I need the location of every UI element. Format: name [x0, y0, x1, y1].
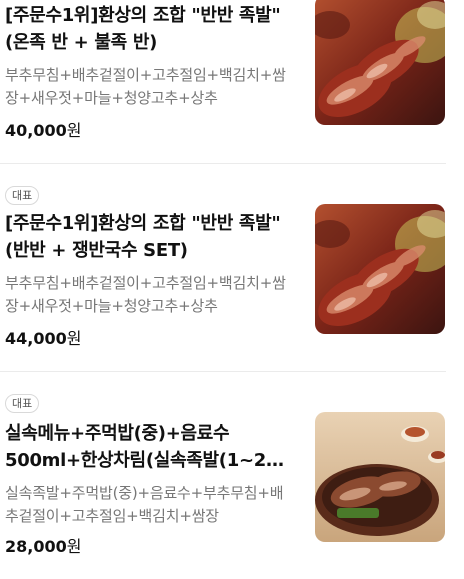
menu-item-title: [주문수1위]환상의 조합 "반반 족발"(반반 + 쟁반국수 SET) [5, 213, 281, 261]
menu-item-text: [주문수1위]환상의 조합 "반반 족발"(반반 + 쟁반국수 SET) 부추무… [5, 210, 295, 318]
menu-item-title: [주문수1위]환상의 조합 "반반 족발"(온족 반 + 불족 반) [5, 5, 281, 53]
menu-item-description: 부추무침+배추겉절이+고추절임+백김치+쌈장+새우젓+마늘+청양고추+상추 [5, 274, 286, 315]
jokbal-plate-photo[interactable] [315, 412, 445, 542]
price-amount: 44,000 [5, 329, 67, 348]
jokbal-platter-photo[interactable] [315, 204, 445, 334]
jokbal-platter-photo[interactable] [315, 0, 445, 125]
menu-item-text: [주문수1위]환상의 조합 "반반 족발"(온족 반 + 불족 반) 부추무침+… [5, 2, 295, 110]
menu-item-price: 28,000원 [5, 537, 81, 557]
menu-list: [주문수1위]환상의 조합 "반반 족발"(온족 반 + 불족 반) 부추무침+… [0, 0, 464, 579]
menu-item[interactable]: 대표 실속메뉴+주먹밥(중)+음료수500ml+한상차림(실속족발(1~2인분)… [0, 372, 464, 579]
price-amount: 28,000 [5, 537, 67, 556]
menu-item-title: 실속메뉴+주먹밥(중)+음료수500ml+한상차림(실속족발(1~2인분) [5, 423, 283, 471]
signature-badge: 대표 [5, 186, 40, 205]
signature-badge: 대표 [5, 394, 40, 413]
menu-item-price: 44,000원 [5, 329, 81, 349]
menu-item-description: 실속족발+주먹밥(중)+음료수+부추무침+배추겉절이+고추절임+백김치+쌈장 [5, 484, 284, 525]
price-unit: 원 [66, 329, 82, 348]
menu-item-description: 부추무침+배추겉절이+고추절임+백김치+쌈장+새우젓+마늘+청양고추+상추 [5, 66, 286, 107]
price-unit: 원 [66, 537, 82, 556]
menu-item-price: 40,000원 [5, 121, 81, 141]
menu-item[interactable]: 대표 [주문수1위]환상의 조합 "반반 족발"(반반 + 쟁반국수 SET) … [0, 164, 464, 372]
price-unit: 원 [66, 121, 82, 140]
menu-item[interactable]: [주문수1위]환상의 조합 "반반 족발"(온족 반 + 불족 반) 부추무침+… [0, 0, 464, 164]
menu-item-text: 실속메뉴+주먹밥(중)+음료수500ml+한상차림(실속족발(1~2인분) 실속… [5, 420, 295, 528]
price-amount: 40,000 [5, 121, 67, 140]
